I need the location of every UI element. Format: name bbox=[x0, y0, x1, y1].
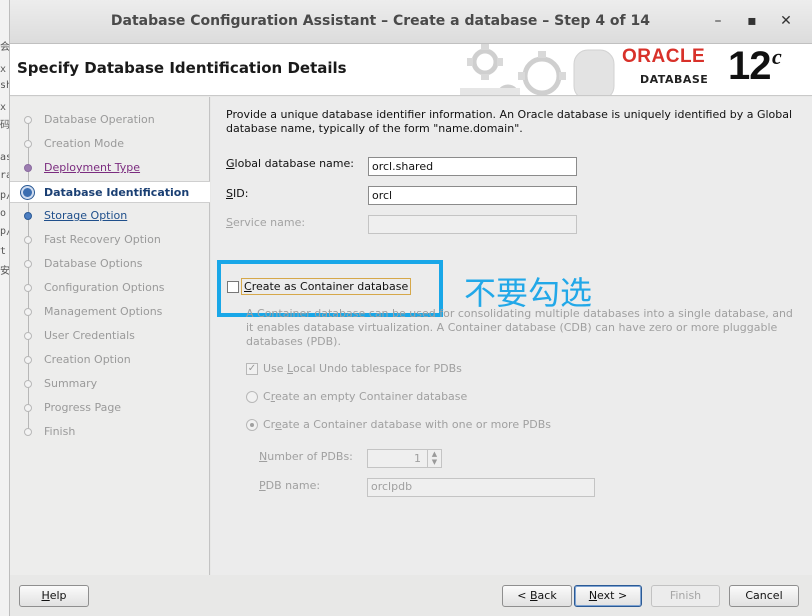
cancel-button[interactable]: Cancel bbox=[729, 585, 799, 607]
nav-step-label: Summary bbox=[44, 377, 98, 390]
step-dot-icon bbox=[24, 308, 32, 316]
terminal-fragment: p/ bbox=[0, 226, 9, 237]
nav-step-finish: Finish bbox=[10, 421, 210, 443]
nav-step-label: Database Operation bbox=[44, 113, 155, 126]
container-db-checkbox[interactable] bbox=[227, 281, 239, 293]
nav-step-database-identification: Database Identification bbox=[10, 181, 210, 203]
sid-label: SID: bbox=[226, 187, 249, 200]
cdb-with-pdbs-radio bbox=[246, 419, 258, 431]
global-db-name-label: Global database name: bbox=[226, 157, 354, 170]
finish-button: Finish bbox=[651, 585, 720, 607]
window-title: Database Configuration Assistant – Creat… bbox=[110, 13, 650, 29]
maximize-button[interactable]: ▪ bbox=[741, 10, 763, 32]
step-dot-icon bbox=[24, 356, 32, 364]
nav-step-creation-mode: Creation Mode bbox=[10, 133, 210, 155]
spinner-arrows-icon: ▲ ▼ bbox=[427, 450, 441, 467]
nav-step-label: Creation Mode bbox=[44, 137, 125, 150]
minimize-button[interactable]: – bbox=[707, 10, 729, 32]
terminal-fragment: p/ bbox=[0, 190, 9, 201]
step-dot-icon bbox=[24, 140, 32, 148]
help-button[interactable]: Help bbox=[19, 585, 89, 607]
step-dot-icon bbox=[24, 404, 32, 412]
nav-step-label: Database Identification bbox=[44, 186, 190, 199]
nav-step-database-options: Database Options bbox=[10, 253, 210, 275]
nav-step-user-credentials: User Credentials bbox=[10, 325, 210, 347]
pdb-name-label: PDB name: bbox=[259, 479, 321, 492]
step-dot-icon bbox=[24, 212, 32, 220]
cdb-with-pdbs-label: Create a Container database with one or … bbox=[263, 418, 551, 431]
content-panel: Provide a unique database identifier inf… bbox=[211, 97, 812, 575]
local-undo-label: Use Local Undo tablespace for PDBs bbox=[263, 362, 462, 375]
sid-input[interactable] bbox=[368, 186, 577, 205]
global-db-name-input[interactable] bbox=[368, 157, 577, 176]
terminal-fragment: t bbox=[0, 246, 7, 257]
oracle-version-suffix: c bbox=[772, 44, 782, 69]
container-db-description: A Container database can be used for con… bbox=[246, 307, 793, 348]
nav-step-storage-option[interactable]: Storage Option bbox=[10, 205, 210, 227]
step-dot-icon bbox=[21, 186, 34, 199]
empty-cdb-radio bbox=[246, 391, 258, 403]
terminal-fragment: 安 bbox=[0, 266, 9, 277]
nav-step-progress-page: Progress Page bbox=[10, 397, 210, 419]
step-dot-icon bbox=[24, 332, 32, 340]
terminal-fragment: 码 bbox=[0, 120, 9, 131]
close-button[interactable]: ✕ bbox=[775, 10, 797, 32]
nav-step-label: Progress Page bbox=[44, 401, 122, 414]
nav-step-label: Management Options bbox=[44, 305, 163, 318]
title-bar[interactable]: Database Configuration Assistant – Creat… bbox=[10, 0, 812, 44]
nav-step-deployment-type[interactable]: Deployment Type bbox=[10, 157, 210, 179]
local-undo-checkbox: ✓ bbox=[246, 363, 258, 375]
nav-step-configuration-options: Configuration Options bbox=[10, 277, 210, 299]
back-button[interactable]: < Back bbox=[502, 585, 572, 607]
step-dot-icon bbox=[24, 236, 32, 244]
dbca-window: Database Configuration Assistant – Creat… bbox=[9, 0, 812, 616]
step-dot-icon bbox=[24, 164, 32, 172]
step-dot-icon bbox=[24, 428, 32, 436]
terminal-fragment: as bbox=[0, 152, 9, 163]
oracle-logo-text: ORACLE bbox=[622, 46, 706, 67]
nav-step-label: Configuration Options bbox=[44, 281, 165, 294]
nav-step-management-options: Management Options bbox=[10, 301, 210, 323]
oracle-product-text: DATABASE bbox=[640, 73, 709, 86]
num-pdbs-value: 1 bbox=[414, 452, 421, 465]
nav-step-fast-recovery-option: Fast Recovery Option bbox=[10, 229, 210, 251]
nav-step-label: Deployment Type bbox=[44, 161, 141, 174]
nav-step-label: User Credentials bbox=[44, 329, 135, 342]
terminal-fragment: o bbox=[0, 208, 7, 219]
nav-step-label: Creation Option bbox=[44, 353, 131, 366]
step-dot-icon bbox=[24, 260, 32, 268]
terminal-fragment: x bbox=[0, 102, 7, 113]
nav-step-database-operation: Database Operation bbox=[10, 109, 210, 131]
page-description: Provide a unique database identifier inf… bbox=[226, 108, 793, 135]
nav-step-creation-option: Creation Option bbox=[10, 349, 210, 371]
nav-step-label: Storage Option bbox=[44, 209, 128, 222]
step-dot-icon bbox=[24, 380, 32, 388]
background-terminal: 会 x sh x 码 as ra p/ o p/ t 安 bbox=[0, 0, 9, 616]
step-dot-icon bbox=[24, 284, 32, 292]
nav-step-label: Fast Recovery Option bbox=[44, 233, 161, 246]
nav-step-label: Finish bbox=[44, 425, 76, 438]
terminal-fragment: 会 bbox=[0, 42, 9, 53]
num-pdbs-label: Number of PDBs: bbox=[259, 450, 353, 463]
terminal-fragment: sh bbox=[0, 80, 9, 91]
page-title: Specify Database Identification Details bbox=[17, 59, 347, 77]
step-navigation: Database Operation Creation Mode Deploymen… bbox=[10, 97, 210, 575]
terminal-fragment: ra bbox=[0, 170, 9, 181]
nav-step-summary: Summary bbox=[10, 373, 210, 395]
empty-cdb-label: Create an empty Container database bbox=[263, 390, 468, 403]
oracle-version: 12 bbox=[728, 44, 771, 88]
service-name-label: Service name: bbox=[226, 216, 306, 229]
next-button[interactable]: Next > bbox=[574, 585, 642, 607]
pdb-name-input: orclpdb bbox=[367, 478, 595, 497]
num-pdbs-stepper: 1 ▲ ▼ bbox=[367, 449, 442, 468]
step-dot-icon bbox=[24, 116, 32, 124]
button-bar: Help < Back Next > Finish Cancel bbox=[10, 576, 812, 616]
container-db-label[interactable]: Create as Container database bbox=[241, 278, 412, 295]
nav-step-label: Database Options bbox=[44, 257, 143, 270]
gears-illustration bbox=[460, 44, 615, 95]
page-header: Specify Database Identification Details … bbox=[10, 44, 812, 96]
terminal-fragment: x bbox=[0, 64, 7, 75]
service-name-input bbox=[368, 215, 577, 234]
